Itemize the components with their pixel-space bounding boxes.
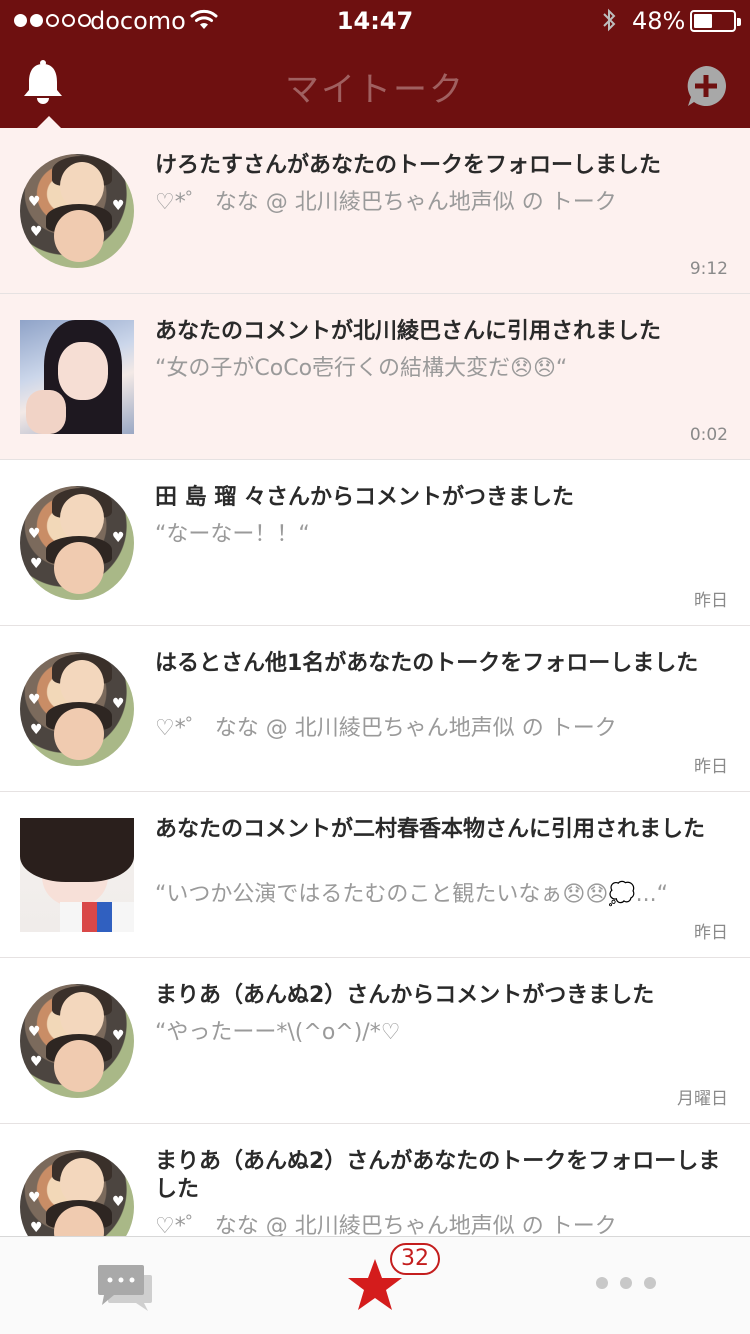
notification-list[interactable]: ♥ ♥ ♥ けろたすさんがあなたのトークをフォローしました ♡*゜ なな @ 北川綾…	[0, 128, 750, 1236]
notification-body: ♡*゜ なな @ 北川綾巴ちゃん地声似 の トーク	[155, 716, 617, 741]
notification-title: はるとさん他1名があなたのトークをフォローしました	[155, 651, 699, 676]
notification-body: ♡*゜ なな @ 北川綾巴ちゃん地声似 の トーク	[155, 1214, 617, 1236]
avatar[interactable]	[20, 818, 134, 932]
avatar[interactable]: ♥ ♥ ♥	[20, 652, 134, 766]
tab-bar: 32	[0, 1236, 750, 1334]
notification-body: “女の子がCoCo壱行くの結構大変だ😞😞“	[155, 356, 568, 381]
notification-title: けろたすさんがあなたのトークをフォローしました	[155, 153, 662, 178]
notification-title: まりあ（あんぬ2）さんがあなたのトークをフォローしました	[155, 1149, 721, 1202]
avatar[interactable]: ♥ ♥ ♥	[20, 984, 134, 1098]
notification-title: 田 島 瑠 々さんからコメントがつきました	[155, 485, 574, 510]
notification-item[interactable]: ♥ ♥ ♥ 田 島 瑠 々さんからコメントがつきました “なーなー！！“ 昨日	[0, 460, 750, 626]
notification-badge: 32	[390, 1243, 440, 1275]
bluetooth-icon	[600, 6, 618, 38]
notification-item[interactable]: ♥ ♥ ♥ まりあ（あんぬ2）さんからコメントがつきました “やったーー*\(^o^…	[0, 958, 750, 1124]
status-bar: docomo 14:47 48%	[0, 0, 750, 40]
notification-body: “やったーー*\(^o^)/*♡	[155, 1020, 401, 1045]
notification-item[interactable]: ♥ ♥ ♥ けろたすさんがあなたのトークをフォローしました ♡*゜ なな @ 北川綾…	[0, 128, 750, 294]
notification-item[interactable]: あなたのコメントが北川綾巴さんに引用されました “女の子がCoCo壱行くの結構大…	[0, 294, 750, 460]
add-talk-icon[interactable]	[684, 64, 728, 112]
notification-item[interactable]: ♥ ♥ ♥ はるとさん他1名があなたのトークをフォローしました ♡*゜ なな @ 北…	[0, 626, 750, 792]
notification-body: “なーなー！！“	[155, 522, 310, 547]
battery-percentage: 48%	[632, 7, 686, 35]
notification-body: ♡*゜ なな @ 北川綾巴ちゃん地声似 の トーク	[155, 190, 617, 215]
notification-title: まりあ（あんぬ2）さんからコメントがつきました	[155, 983, 655, 1008]
notification-title: あなたのコメントが北川綾巴さんに引用されました	[155, 319, 662, 344]
notification-time: 昨日	[694, 757, 728, 777]
avatar[interactable]: ♥ ♥ ♥	[20, 1150, 134, 1236]
avatar[interactable]: ♥ ♥ ♥	[20, 486, 134, 600]
notification-item[interactable]: ♥ ♥ ♥ まりあ（あんぬ2）さんがあなたのトークをフォローしました ♡*゜ なな …	[0, 1124, 750, 1236]
notification-item[interactable]: あなたのコメントが二村春香本物さんに引用されました “いつか公演ではるたむのこと…	[0, 792, 750, 958]
chat-bubbles-icon[interactable]	[96, 1263, 154, 1317]
notification-time: 9:12	[689, 259, 728, 279]
notification-time: 月曜日	[677, 1089, 728, 1109]
page-title: マイトーク	[285, 70, 465, 110]
active-tab-pointer	[37, 116, 61, 128]
notification-time: 0:02	[689, 425, 728, 445]
battery-icon	[690, 10, 741, 32]
notification-title: あなたのコメントが二村春香本物さんに引用されました	[155, 817, 706, 842]
notification-time: 昨日	[694, 591, 728, 611]
notification-body: “いつか公演ではるたむのこと観たいなぁ😞😞💭...“	[155, 882, 669, 907]
notification-time: 昨日	[694, 923, 728, 943]
avatar[interactable]: ♥ ♥ ♥	[20, 154, 134, 268]
avatar[interactable]	[20, 320, 134, 434]
more-dots-icon[interactable]	[596, 1277, 656, 1289]
navigation-bar: マイトーク	[0, 40, 750, 128]
